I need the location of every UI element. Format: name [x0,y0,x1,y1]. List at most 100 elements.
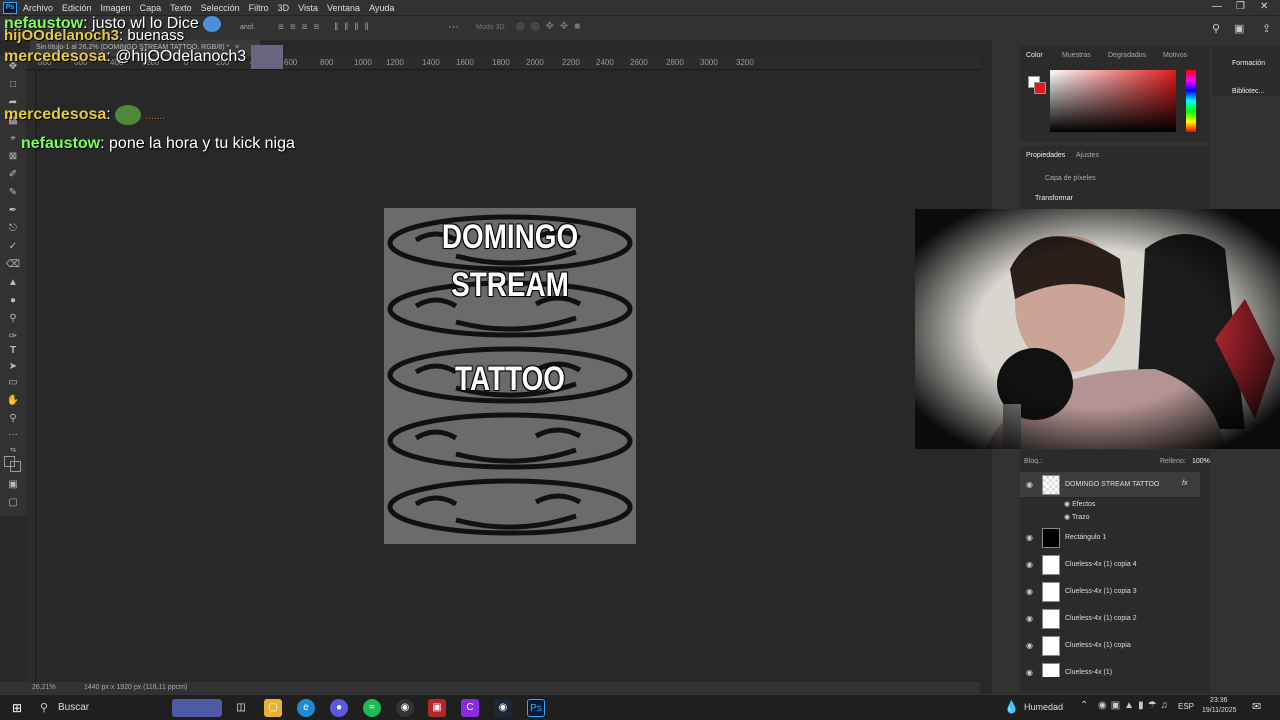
type-tool-icon[interactable]: T [5,344,21,358]
workspace-icon[interactable]: ▣ [1234,22,1244,35]
visibility-eye-icon[interactable]: ◉ [1026,587,1033,596]
taskbar-search[interactable]: Buscar [58,702,89,713]
layer-row[interactable]: ◉ Clueless-4x (1) copia [1020,633,1200,659]
language-indicator[interactable]: ESP [1178,702,1194,711]
visibility-eye-icon[interactable]: ◉ [1064,514,1072,521]
menu-ventana[interactable]: Ventana [327,3,360,13]
dodge-tool-icon[interactable]: ⚲ [5,312,21,326]
search-icon[interactable]: ⚲ [1212,22,1220,35]
visibility-eye-icon[interactable]: ◉ [1026,668,1033,677]
properties-panel: Propiedades Ajustes Capa de píxeles Tran… [1020,146,1210,210]
rectangle-tool-icon[interactable]: ▭ [5,376,21,390]
gradient-tool-icon[interactable]: ▲ [5,276,21,290]
search-icon[interactable]: ⚲ [40,701,48,714]
clock-time[interactable]: 23:36 [1210,697,1228,704]
document-canvas[interactable]: DOMINGO STREAM TATTOO [384,208,636,544]
task-view-icon[interactable]: ◫ [232,699,250,717]
clock-date[interactable]: 19/11/2025 [1202,707,1237,714]
blur-tool-icon[interactable]: ● [5,294,21,308]
layer-row[interactable]: ◉ Clueless-4x (1) copia 3 [1020,579,1200,605]
3d-mode-icons[interactable]: ◎◎✥✥■ [516,21,586,32]
layer-name: Clueless-4x (1) copia 2 [1065,615,1137,622]
taskbar-widget-image[interactable] [172,699,222,717]
visibility-eye-icon[interactable]: ◉ [1026,480,1033,489]
layer-row[interactable]: ◉ Clueless-4x (1) [1020,660,1200,678]
edge-icon[interactable]: e [297,699,315,717]
github-icon[interactable]: ◉ [396,699,414,717]
menu-seleccion[interactable]: Selección [201,3,240,13]
brush-tool-icon[interactable]: ✒ [5,204,21,218]
zoom-tool-icon[interactable]: ⚲ [5,412,21,426]
quick-mask-icon[interactable]: ▣ [5,478,21,492]
visibility-eye-icon[interactable]: ◉ [1026,560,1033,569]
app-tile-icon[interactable]: ▣ [428,699,446,717]
close-icon[interactable]: ✕ [1260,1,1268,12]
visibility-eye-icon[interactable]: ◉ [1064,501,1072,508]
file-explorer-icon[interactable]: ▢ [264,699,282,717]
zoom-level[interactable]: 26,21% [32,684,56,691]
tab-color[interactable]: Color [1026,52,1043,59]
tab-propiedades[interactable]: Propiedades [1026,152,1065,159]
healing-brush-tool-icon[interactable]: ✎ [5,186,21,200]
more-options-icon[interactable]: ··· [448,21,459,33]
layer-row[interactable]: ◉ Rectángulo 1 [1020,525,1200,551]
menu-capa[interactable]: Capa [140,3,162,13]
spotify-icon[interactable]: ≈ [363,699,381,717]
visibility-eye-icon[interactable]: ◉ [1026,533,1033,542]
menu-3d[interactable]: 3D [278,3,290,13]
learn-button[interactable]: Formación [1232,60,1265,67]
eyedropper-tool-icon[interactable]: ✐ [5,168,21,182]
color-picker-field[interactable] [1050,70,1176,132]
fill-value[interactable]: 100% [1192,458,1210,465]
history-brush-tool-icon[interactable]: ✓ [5,240,21,254]
hue-slider[interactable] [1186,70,1196,132]
eraser-tool-icon[interactable]: ⌫ [5,258,21,272]
layer-stroke-row[interactable]: ◉ Trazo [1064,513,1090,521]
tab-ajustes[interactable]: Ajustes [1076,152,1099,159]
weather-icon[interactable]: 💧 [1004,700,1019,714]
stamp-tool-icon[interactable]: ⎋ [5,222,21,236]
screen-mode-icon[interactable]: ▢ [5,496,21,510]
share-icon[interactable]: ⇪ [1262,22,1271,35]
tab-motivos[interactable]: Motivos [1163,52,1187,59]
layer-row[interactable]: ◉ Clueless-4x (1) copia 2 [1020,606,1200,632]
layer-row[interactable]: ◉ DOMINGO STREAM TATTOO fx [1020,472,1200,498]
menu-filtro[interactable]: Filtro [249,3,269,13]
path-select-tool-icon[interactable]: ➤ [5,360,21,374]
tray-chevron-icon[interactable]: ⌃ [1080,700,1088,711]
background-color-swatch[interactable] [10,461,21,472]
menu-archivo[interactable]: Archivo [23,3,53,13]
app-icon[interactable]: ● [330,699,348,717]
tab-muestras[interactable]: Muestras [1062,52,1091,59]
layer-effects-row[interactable]: ◉ Efectos [1064,500,1095,508]
pen-tool-icon[interactable]: ✑ [5,330,21,344]
photoshop-taskbar-icon[interactable]: Ps [527,699,545,717]
layer-row[interactable]: ◉ Clueless-4x (1) copia 4 [1020,552,1200,578]
document-size-info: 1440 px x 1920 px (118,11 ppcm) [84,684,188,691]
steam-icon[interactable]: ◉ [494,699,512,717]
chat-username: mercedesosa [4,106,107,124]
menu-vista[interactable]: Vista [298,3,318,13]
visibility-eye-icon[interactable]: ◉ [1026,641,1033,650]
restore-icon[interactable]: ❐ [1236,1,1245,12]
weather-label[interactable]: Humedad [1024,702,1063,712]
transform-section[interactable]: Transformar [1035,195,1073,202]
notification-icon[interactable]: ✉ [1252,700,1261,713]
fx-icon[interactable]: fx [1182,480,1187,487]
canva-icon[interactable]: C [461,699,479,717]
lock-label: Bloq.: [1024,458,1042,465]
bg-color-swatch[interactable] [1034,82,1046,94]
side-panel: Formación Bibliotec... [1212,46,1280,96]
menu-imagen[interactable]: Imagen [101,3,131,13]
windows-start-icon[interactable]: ⊞ [8,699,26,717]
more-tools-icon[interactable]: ··· [5,428,21,442]
visibility-eye-icon[interactable]: ◉ [1026,614,1033,623]
menu-texto[interactable]: Texto [170,3,192,13]
menu-edicion[interactable]: Edición [62,3,92,13]
hand-tool-icon[interactable]: ✋ [5,394,21,408]
minimize-icon[interactable]: — [1212,1,1222,12]
libraries-button[interactable]: Bibliotec... [1232,88,1264,95]
tray-icons[interactable]: ◉▣▲▮☂♫ [1098,700,1172,711]
menu-ayuda[interactable]: Ayuda [369,3,394,13]
tab-degradados[interactable]: Degradados [1108,52,1146,59]
